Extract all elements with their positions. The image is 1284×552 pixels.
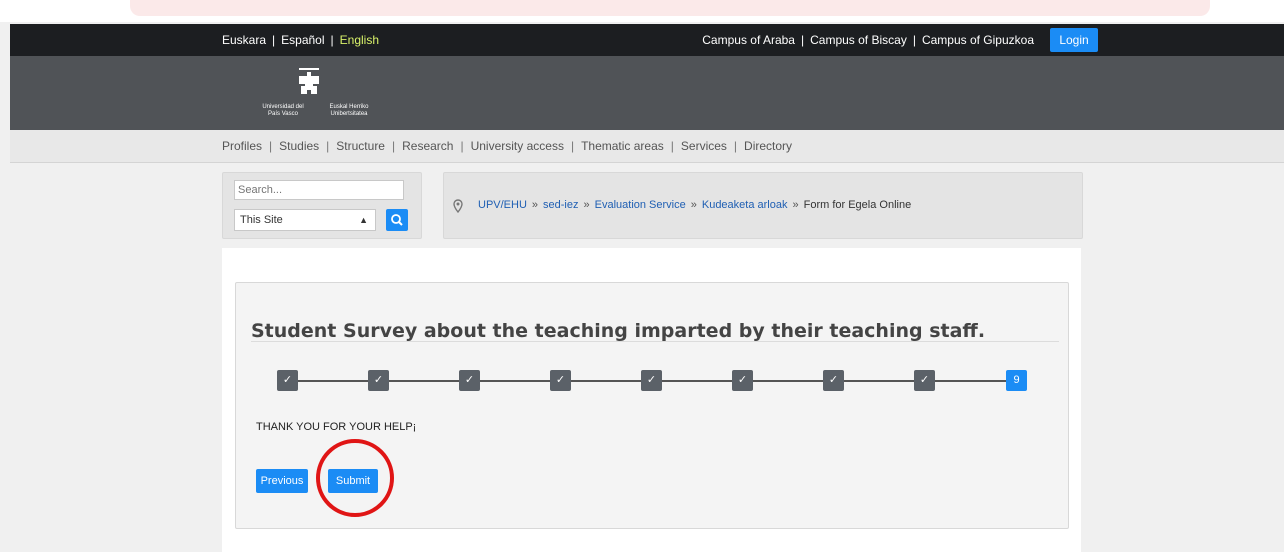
browser-tab-area (130, 0, 1210, 16)
campus-links: Campus of Araba | Campus of Biscay | Campus … (702, 33, 1034, 47)
nav-item-studies[interactable]: Studies (279, 139, 319, 153)
location-pin-icon (453, 199, 463, 213)
search-icon (391, 214, 403, 226)
step-4: ✓ (550, 370, 571, 391)
progress-stepper: ✓ ✓ ✓ ✓ ✓ ✓ ✓ ✓ 9 (277, 370, 1031, 392)
breadcrumb-item-kudeaketa-arloak[interactable]: Kudeaketa arloak (702, 199, 788, 211)
step-1: ✓ (277, 370, 298, 391)
site-header: Universidad del País Vasco Euskal Herrik… (10, 56, 1284, 130)
nav-item-services[interactable]: Services (681, 139, 727, 153)
search-scope-value: This Site (240, 214, 283, 226)
search-panel: This Site ▲︎ (222, 172, 422, 239)
search-input[interactable] (234, 180, 404, 200)
nav-item-university-access[interactable]: University access (471, 139, 564, 153)
university-emblem-icon (299, 68, 319, 94)
breadcrumb-current: Form for Egela Online (803, 199, 912, 211)
main-nav: Profiles | Studies | Structure | Research | Univ… (10, 130, 1284, 163)
nav-item-thematic-areas[interactable]: Thematic areas (581, 139, 664, 153)
login-button[interactable]: Login (1050, 28, 1098, 52)
previous-button[interactable]: Previous (256, 469, 308, 493)
campus-gipuzkoa-link[interactable]: Campus of Gipuzkoa (922, 33, 1034, 47)
step-9-current: 9 (1006, 370, 1027, 391)
language-switcher: Euskara | Español | English (222, 33, 380, 47)
language-euskara[interactable]: Euskara (222, 33, 266, 47)
search-scope-select[interactable]: This Site ▲︎ (234, 209, 376, 231)
step-6: ✓ (732, 370, 753, 391)
nav-item-structure[interactable]: Structure (336, 139, 385, 153)
step-5: ✓ (641, 370, 662, 391)
step-2: ✓ (368, 370, 389, 391)
university-logo[interactable]: Universidad del País Vasco Euskal Herrik… (257, 64, 377, 126)
thank-you-message: THANK YOU FOR YOUR HELP¡ (256, 421, 417, 433)
breadcrumb-item-sed-iez[interactable]: sed-iez (543, 199, 578, 211)
search-button[interactable] (386, 209, 408, 231)
breadcrumb: UPV/EHU» sed-iez» Evaluation Service» Kudea… (443, 172, 1083, 239)
breadcrumb-item-upv-ehu[interactable]: UPV/EHU (478, 199, 527, 211)
step-7: ✓ (823, 370, 844, 391)
step-3: ✓ (459, 370, 480, 391)
language-english[interactable]: English (340, 33, 379, 47)
browser-strip (0, 0, 1284, 22)
nav-item-directory[interactable]: Directory (744, 139, 792, 153)
nav-item-research[interactable]: Research (402, 139, 453, 153)
logo-text-basque: Euskal Herriko Unibertsitatea (329, 104, 369, 117)
submit-button[interactable]: Submit (328, 469, 378, 493)
select-arrows-icon: ▲︎ (359, 215, 368, 225)
nav-item-profiles[interactable]: Profiles (222, 139, 262, 153)
logo-text-spanish: Universidad del País Vasco (262, 104, 304, 117)
breadcrumb-item-evaluation-service[interactable]: Evaluation Service (595, 199, 686, 211)
top-bar: Euskara | Español | English Campus of Araba |… (10, 24, 1284, 56)
survey-panel: Student Survey about the teaching impart… (235, 282, 1069, 529)
title-divider (251, 341, 1059, 342)
main-content: Student Survey about the teaching impart… (222, 248, 1081, 552)
step-8: ✓ (914, 370, 935, 391)
survey-title: Student Survey about the teaching impart… (251, 320, 986, 342)
campus-araba-link[interactable]: Campus of Araba (702, 33, 795, 47)
language-espanol[interactable]: Español (281, 33, 324, 47)
campus-biscay-link[interactable]: Campus of Biscay (810, 33, 907, 47)
